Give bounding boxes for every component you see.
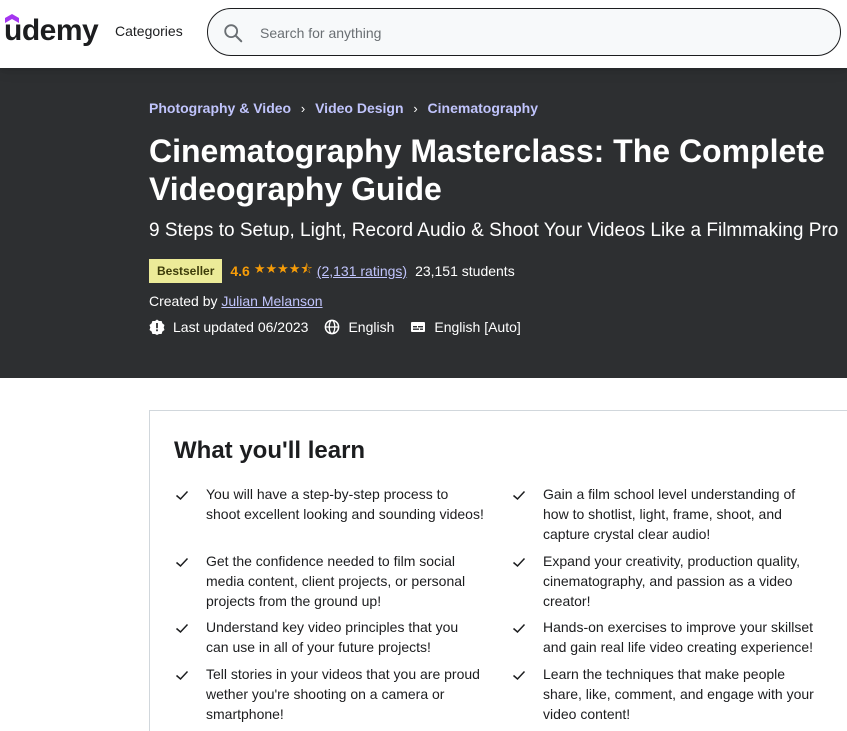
- alert-badge-icon: [149, 319, 165, 335]
- captions: English [Auto]: [410, 319, 521, 335]
- course-hero: Photography & Video › Video Design › Cin…: [0, 68, 847, 378]
- chevron-right-icon: ›: [413, 100, 418, 116]
- checkmark-icon: [513, 670, 526, 681]
- checkmark-icon: [176, 623, 189, 634]
- search-icon[interactable]: [222, 22, 244, 44]
- last-updated-text: Last updated 06/2023: [173, 319, 309, 335]
- rating-stars-icon: ★★★★⯪: [253, 261, 313, 276]
- student-count: 23,151 students: [415, 263, 515, 279]
- course-subtitle: 9 Steps to Setup, Light, Record Audio & …: [149, 220, 839, 241]
- instructor-link[interactable]: Julian Melanson: [221, 293, 322, 309]
- learn-item-text: You will have a step-by-step process to …: [206, 486, 484, 522]
- search-bar[interactable]: [207, 8, 841, 56]
- breadcrumb: Photography & Video › Video Design › Cin…: [149, 100, 538, 116]
- learn-item-text: Gain a film school level understanding o…: [543, 486, 796, 542]
- created-by: Created by Julian Melanson: [149, 293, 323, 309]
- learn-item: Tell stories in your videos that you are…: [174, 664, 484, 724]
- breadcrumb-link-cinematography[interactable]: Cinematography: [428, 100, 538, 116]
- language-text: English: [348, 319, 395, 335]
- captions-text: English [Auto]: [434, 319, 521, 335]
- learn-item: Gain a film school level understanding o…: [511, 484, 821, 544]
- learn-item-text: Hands-on exercises to improve your skill…: [543, 619, 814, 655]
- search-input[interactable]: [260, 21, 820, 45]
- learn-item: Hands-on exercises to improve your skill…: [511, 617, 821, 657]
- learn-item-text: Tell stories in your videos that you are…: [206, 666, 480, 722]
- checkmark-icon: [176, 490, 189, 501]
- course-stats: Bestseller 4.6 ★★★★⯪ (2,131 ratings) 23,…: [149, 259, 515, 283]
- learn-item-text: Learn the techniques that make people sh…: [543, 666, 814, 722]
- closed-caption-icon: [411, 322, 426, 332]
- checkmark-icon: [176, 557, 189, 568]
- learn-item: Get the confidence needed to film social…: [174, 551, 484, 611]
- course-title: Cinematography Masterclass: The Complete…: [149, 133, 825, 207]
- checkmark-icon: [176, 670, 189, 681]
- learn-item: Understand key video principles that you…: [174, 617, 484, 657]
- rating-count-link[interactable]: (2,131 ratings): [317, 263, 407, 279]
- checkmark-icon: [513, 557, 526, 568]
- chevron-right-icon: ›: [300, 100, 306, 116]
- rating-value: 4.6: [230, 263, 250, 279]
- language: English: [324, 319, 394, 335]
- globe-icon: [325, 319, 340, 335]
- last-updated: Last updated 06/2023: [149, 319, 308, 335]
- breadcrumb-link-photography-video[interactable]: Photography & Video: [149, 100, 291, 116]
- created-by-label: Created by: [149, 293, 218, 309]
- checkmark-icon: [513, 490, 526, 501]
- bestseller-badge: Bestseller: [149, 259, 223, 283]
- course-meta: Last updated 06/2023 English English [Au…: [149, 319, 537, 335]
- udemy-logo[interactable]: udemy: [4, 10, 99, 50]
- learn-item-text: Understand key video principles that you…: [206, 619, 459, 655]
- breadcrumb-link-video-design[interactable]: Video Design: [315, 100, 403, 116]
- what-you-will-learn: What you'll learn You will have a step-b…: [149, 410, 847, 731]
- learn-item: Expand your creativity, production quali…: [511, 551, 821, 611]
- categories-button[interactable]: Categories: [115, 23, 183, 39]
- learn-item: Learn the techniques that make people sh…: [511, 664, 821, 724]
- learn-item: You will have a step-by-step process to …: [174, 484, 484, 524]
- logo-text: udemy: [4, 14, 99, 47]
- top-nav: udemy Categories: [0, 0, 847, 68]
- learn-item-text: Get the confidence needed to film social…: [206, 553, 466, 609]
- checkmark-icon: [513, 623, 526, 634]
- learn-heading: What you'll learn: [174, 437, 366, 464]
- learn-item-text: Expand your creativity, production quali…: [543, 553, 801, 609]
